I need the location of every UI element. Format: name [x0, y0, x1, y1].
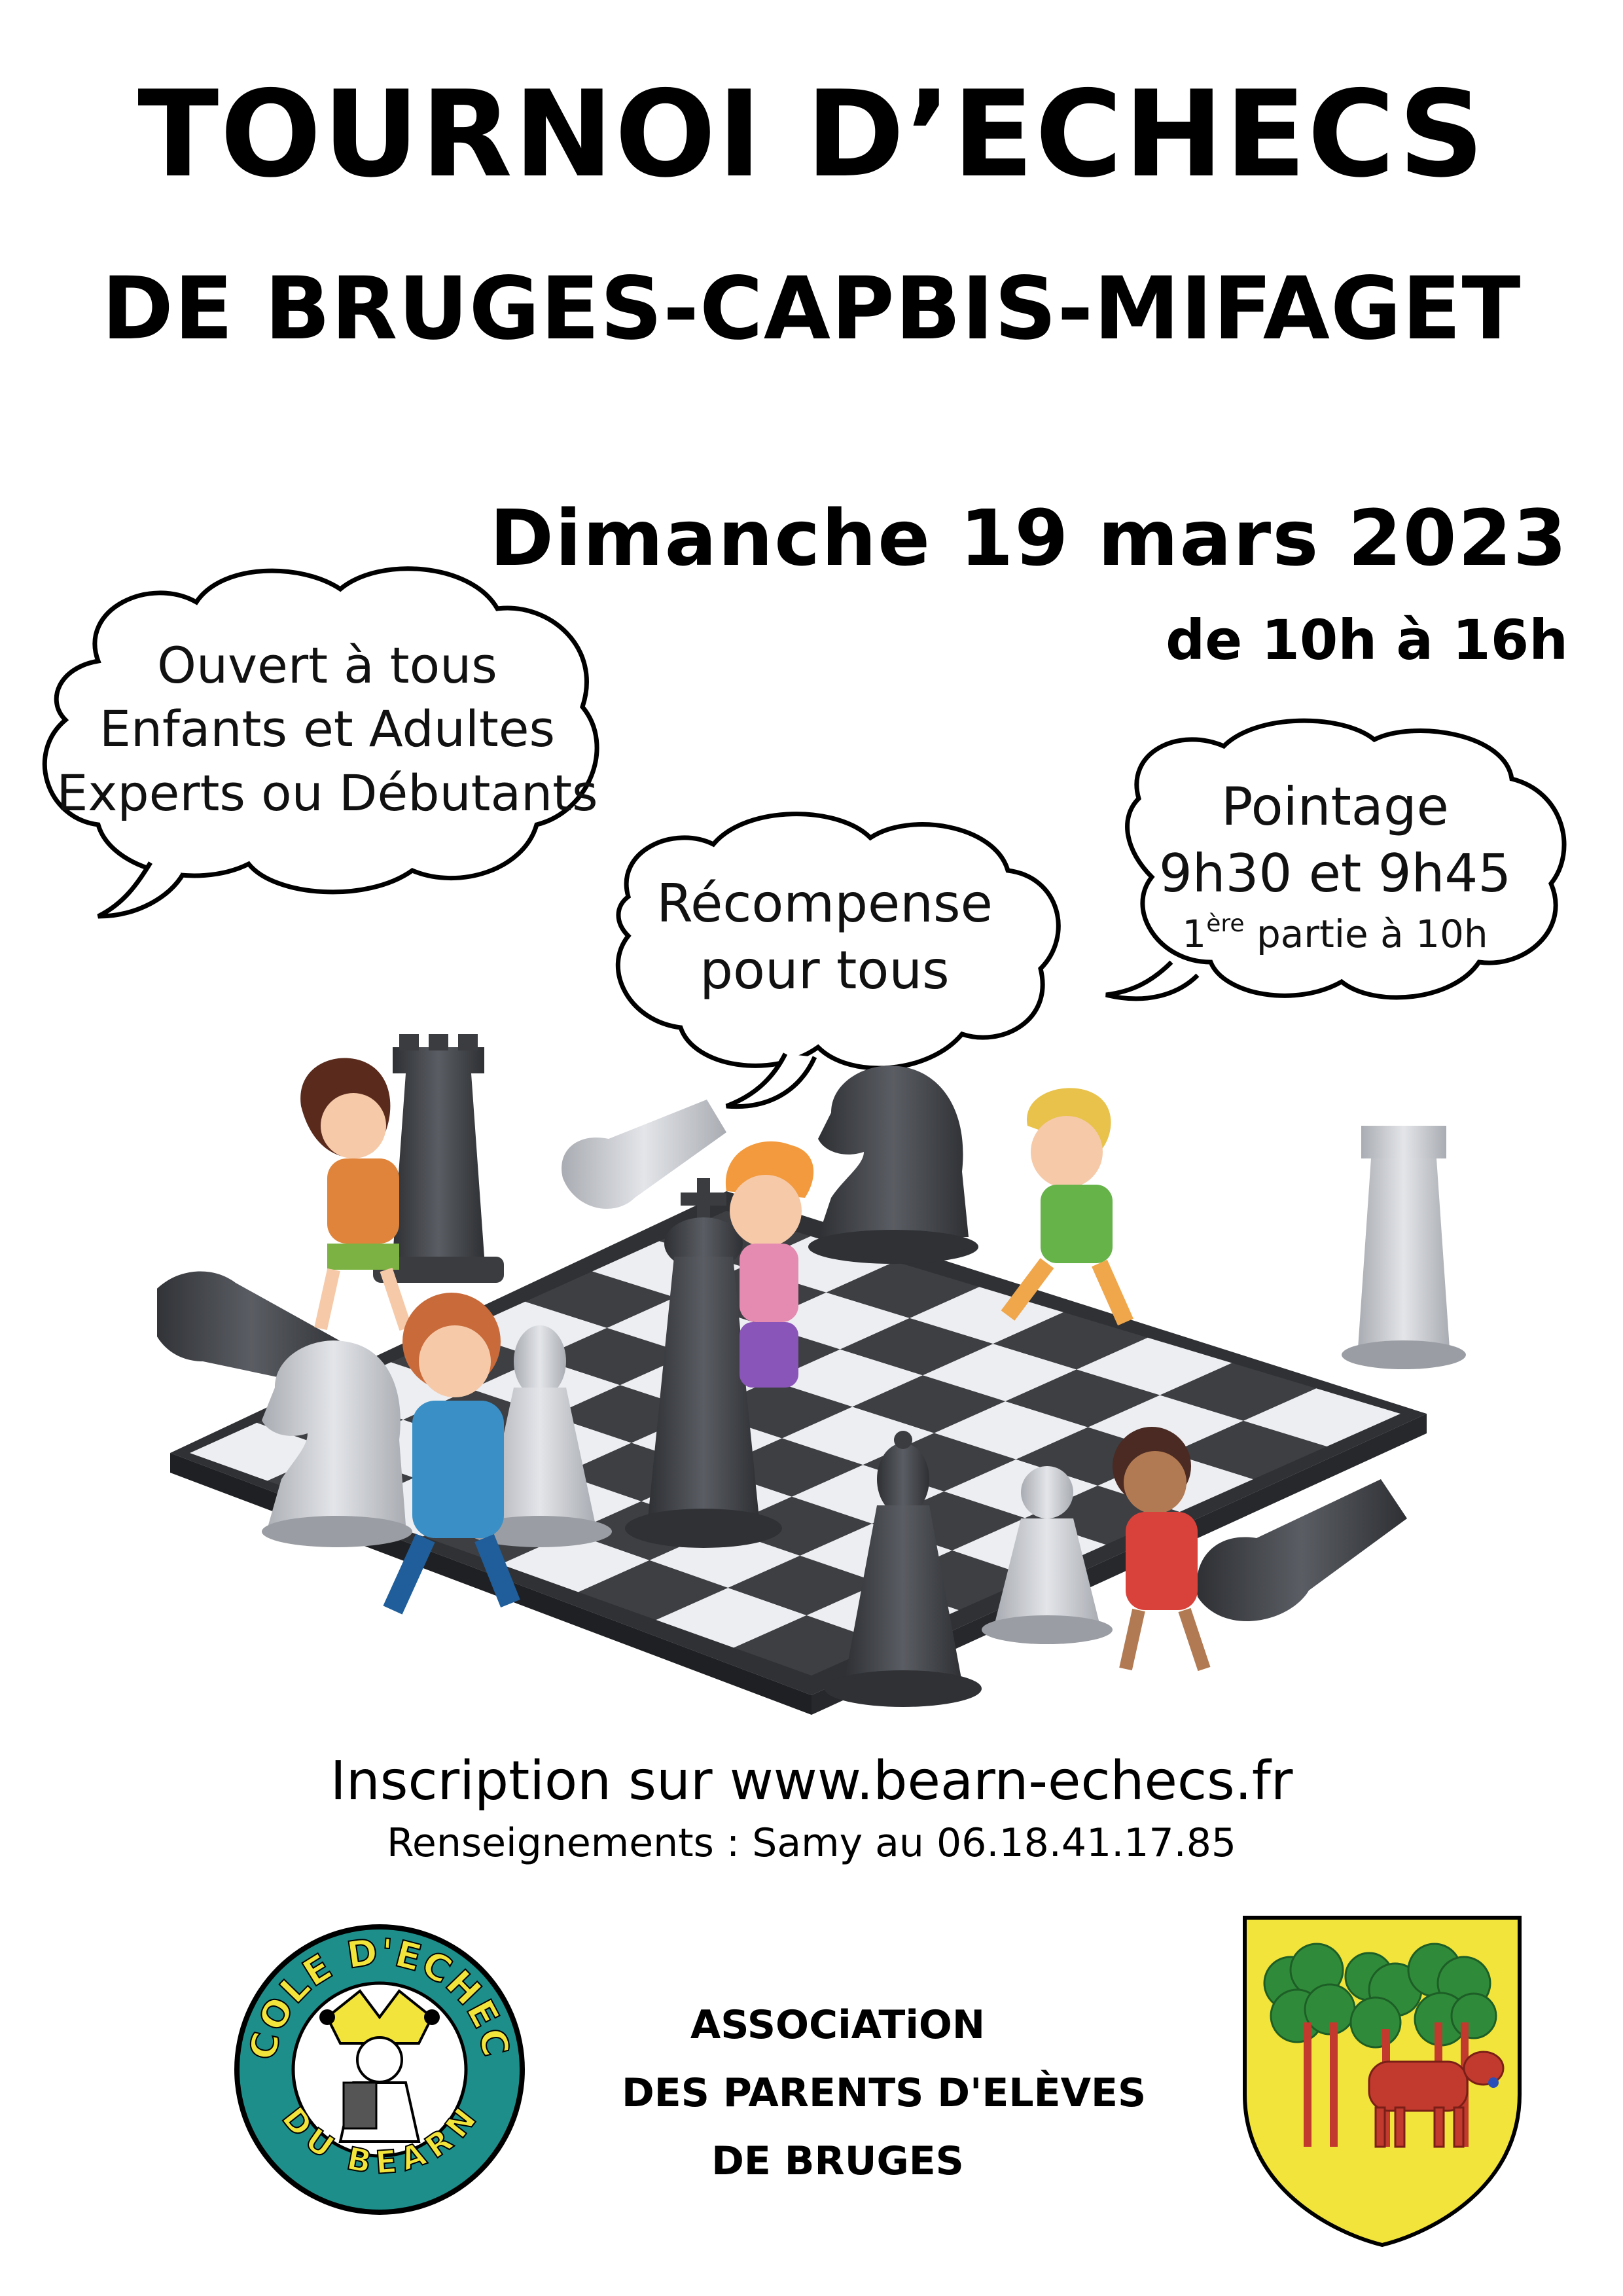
- registration-line: Inscription sur www.bearn-echecs.fr: [330, 1750, 1293, 1812]
- parents-association: ASSOCiATiON DES PARENTS D'ELÈVES DE BRUG…: [622, 1991, 1147, 2195]
- bubble-checkin: Pointage 9h30 et 9h45 1ère partie à 10h: [1086, 774, 1584, 961]
- town-crest: [1243, 1916, 1522, 2248]
- child-boy-knight: [1001, 1088, 1133, 1326]
- association-line1: ASSOCiATiON: [690, 2002, 986, 2048]
- chess-school-logo: ECOLE D'ECHECS DU BEARN: [229, 1919, 525, 2215]
- bubble-checkin-line1: Pointage: [1221, 776, 1449, 837]
- bubble-open-tail: [97, 861, 186, 919]
- association-line3: DE BRUGES: [711, 2138, 964, 2184]
- bubble-reward: Récompense pour tous: [576, 870, 1073, 1005]
- bubble-open-line1: Ouvert à tous: [157, 636, 497, 694]
- bubble-checkin-line2: 9h30 et 9h45: [1158, 843, 1512, 905]
- child-girl-red: [1113, 1427, 1211, 1672]
- bubble-open-line3: Experts ou Débutants: [56, 763, 598, 822]
- knight-piece-dark: [808, 1066, 978, 1264]
- child-girl-rook: [300, 1058, 412, 1331]
- bubble-reward-line1: Récompense: [656, 873, 993, 934]
- rook-piece-light: [1342, 1126, 1466, 1369]
- chess-illustration: [157, 1034, 1466, 1715]
- bubble-reward-line2: pour tous: [700, 940, 950, 1001]
- bubble-checkin-first-game: 1ère partie à 10h: [1086, 908, 1584, 961]
- bubble-checkin-tail: [1105, 960, 1200, 1001]
- association-line2: DES PARENTS D'ELÈVES: [622, 2070, 1147, 2116]
- first-game-rest: partie à 10h: [1244, 911, 1488, 956]
- first-game-ordinal: ère: [1206, 910, 1245, 937]
- bubble-open: Ouvert à tous Enfants et Adultes Experts…: [39, 634, 615, 825]
- contact-line: Renseignements : Samy au 06.18.41.17.85: [386, 1820, 1237, 1866]
- first-game-number: 1: [1182, 911, 1207, 956]
- bubble-open-line2: Enfants et Adultes: [99, 700, 556, 759]
